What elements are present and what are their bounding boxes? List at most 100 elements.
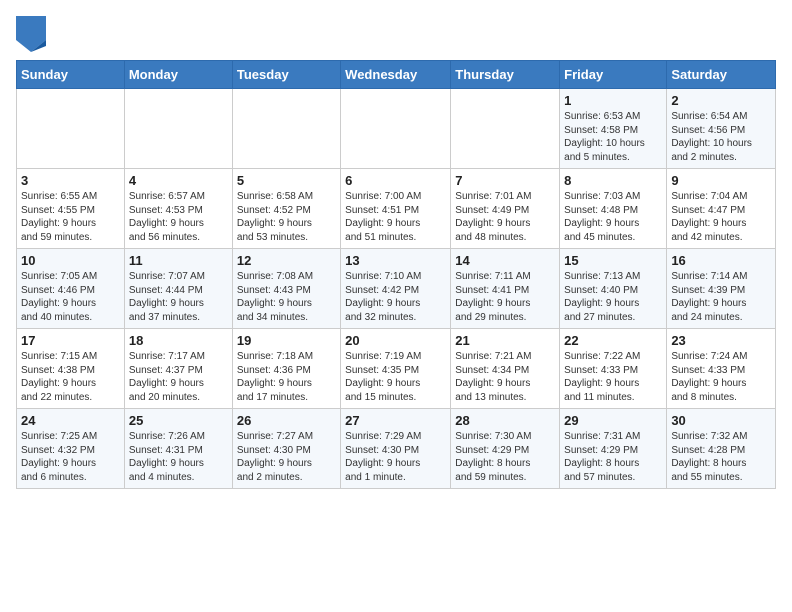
- day-info: Sunrise: 7:30 AM Sunset: 4:29 PM Dayligh…: [455, 430, 555, 484]
- day-number: 15: [564, 253, 662, 268]
- col-header-saturday: Saturday: [667, 61, 776, 89]
- day-info: Sunrise: 7:01 AM Sunset: 4:49 PM Dayligh…: [455, 190, 555, 244]
- day-number: 22: [564, 333, 662, 348]
- week-row-5: 24 Sunrise: 7:25 AM Sunset: 4:32 PM Dayli…: [17, 409, 776, 489]
- day-info: Sunrise: 7:22 AM Sunset: 4:33 PM Dayligh…: [564, 350, 662, 404]
- day-info: Sunrise: 7:10 AM Sunset: 4:42 PM Dayligh…: [345, 270, 446, 324]
- day-cell: [232, 89, 340, 169]
- day-number: 2: [671, 93, 771, 108]
- day-cell: 3 Sunrise: 6:55 AM Sunset: 4:55 PM Daylig…: [17, 169, 125, 249]
- day-cell: 26 Sunrise: 7:27 AM Sunset: 4:30 PM Dayli…: [232, 409, 340, 489]
- day-number: 17: [21, 333, 120, 348]
- day-cell: 29 Sunrise: 7:31 AM Sunset: 4:29 PM Dayli…: [560, 409, 667, 489]
- day-number: 10: [21, 253, 120, 268]
- day-info: Sunrise: 6:58 AM Sunset: 4:52 PM Dayligh…: [237, 190, 336, 244]
- day-info: Sunrise: 7:17 AM Sunset: 4:37 PM Dayligh…: [129, 350, 228, 404]
- day-cell: 1 Sunrise: 6:53 AM Sunset: 4:58 PM Daylig…: [560, 89, 667, 169]
- day-cell: 22 Sunrise: 7:22 AM Sunset: 4:33 PM Dayli…: [560, 329, 667, 409]
- day-info: Sunrise: 7:15 AM Sunset: 4:38 PM Dayligh…: [21, 350, 120, 404]
- day-cell: 28Sunrise: 7:30 AM Sunset: 4:29 PM Dayli…: [451, 409, 560, 489]
- day-cell: 17 Sunrise: 7:15 AM Sunset: 4:38 PM Dayli…: [17, 329, 125, 409]
- day-number: 9: [671, 173, 771, 188]
- day-cell: [341, 89, 451, 169]
- week-row-2: 3 Sunrise: 6:55 AM Sunset: 4:55 PM Daylig…: [17, 169, 776, 249]
- day-number: 11: [129, 253, 228, 268]
- day-number: 7: [455, 173, 555, 188]
- col-header-wednesday: Wednesday: [341, 61, 451, 89]
- day-info: Sunrise: 7:08 AM Sunset: 4:43 PM Dayligh…: [237, 270, 336, 324]
- day-info: Sunrise: 7:29 AM Sunset: 4:30 PM Dayligh…: [345, 430, 446, 484]
- day-cell: 18 Sunrise: 7:17 AM Sunset: 4:37 PM Dayli…: [124, 329, 232, 409]
- col-header-tuesday: Tuesday: [232, 61, 340, 89]
- day-info: Sunrise: 7:31 AM Sunset: 4:29 PM Dayligh…: [564, 430, 662, 484]
- day-cell: 12 Sunrise: 7:08 AM Sunset: 4:43 PM Dayli…: [232, 249, 340, 329]
- day-number: 16: [671, 253, 771, 268]
- day-number: 13: [345, 253, 446, 268]
- day-number: 30: [671, 413, 771, 428]
- day-cell: 4 Sunrise: 6:57 AM Sunset: 4:53 PM Daylig…: [124, 169, 232, 249]
- day-number: 26: [237, 413, 336, 428]
- day-number: 19: [237, 333, 336, 348]
- day-number: 12: [237, 253, 336, 268]
- day-cell: [17, 89, 125, 169]
- calendar-header-row: SundayMondayTuesdayWednesdayThursdayFrid…: [17, 61, 776, 89]
- week-row-1: 1 Sunrise: 6:53 AM Sunset: 4:58 PM Daylig…: [17, 89, 776, 169]
- day-info: Sunrise: 7:13 AM Sunset: 4:40 PM Dayligh…: [564, 270, 662, 324]
- col-header-sunday: Sunday: [17, 61, 125, 89]
- day-info: Sunrise: 7:25 AM Sunset: 4:32 PM Dayligh…: [21, 430, 120, 484]
- day-number: 1: [564, 93, 662, 108]
- day-number: 18: [129, 333, 228, 348]
- week-row-4: 17 Sunrise: 7:15 AM Sunset: 4:38 PM Dayli…: [17, 329, 776, 409]
- col-header-monday: Monday: [124, 61, 232, 89]
- day-info: Sunrise: 7:03 AM Sunset: 4:48 PM Dayligh…: [564, 190, 662, 244]
- day-cell: 30 Sunrise: 7:32 AM Sunset: 4:28 PM Dayli…: [667, 409, 776, 489]
- day-cell: 15 Sunrise: 7:13 AM Sunset: 4:40 PM Dayli…: [560, 249, 667, 329]
- logo: [16, 16, 50, 52]
- day-cell: 20Sunrise: 7:19 AM Sunset: 4:35 PM Dayli…: [341, 329, 451, 409]
- day-number: 25: [129, 413, 228, 428]
- day-number: 29: [564, 413, 662, 428]
- day-info: Sunrise: 6:53 AM Sunset: 4:58 PM Dayligh…: [564, 110, 662, 164]
- week-row-3: 10 Sunrise: 7:05 AM Sunset: 4:46 PM Dayli…: [17, 249, 776, 329]
- day-info: Sunrise: 7:07 AM Sunset: 4:44 PM Dayligh…: [129, 270, 228, 324]
- day-cell: 11 Sunrise: 7:07 AM Sunset: 4:44 PM Dayli…: [124, 249, 232, 329]
- day-number: 8: [564, 173, 662, 188]
- day-number: 21: [455, 333, 555, 348]
- day-cell: 27 Sunrise: 7:29 AM Sunset: 4:30 PM Dayli…: [341, 409, 451, 489]
- day-info: Sunrise: 7:05 AM Sunset: 4:46 PM Dayligh…: [21, 270, 120, 324]
- day-info: Sunrise: 7:04 AM Sunset: 4:47 PM Dayligh…: [671, 190, 771, 244]
- day-info: Sunrise: 7:26 AM Sunset: 4:31 PM Dayligh…: [129, 430, 228, 484]
- day-number: 24: [21, 413, 120, 428]
- day-cell: 21Sunrise: 7:21 AM Sunset: 4:34 PM Dayli…: [451, 329, 560, 409]
- day-cell: 13 Sunrise: 7:10 AM Sunset: 4:42 PM Dayli…: [341, 249, 451, 329]
- day-info: Sunrise: 7:18 AM Sunset: 4:36 PM Dayligh…: [237, 350, 336, 404]
- day-info: Sunrise: 7:32 AM Sunset: 4:28 PM Dayligh…: [671, 430, 771, 484]
- day-info: Sunrise: 7:00 AM Sunset: 4:51 PM Dayligh…: [345, 190, 446, 244]
- day-number: 27: [345, 413, 446, 428]
- day-info: Sunrise: 7:27 AM Sunset: 4:30 PM Dayligh…: [237, 430, 336, 484]
- day-number: 3: [21, 173, 120, 188]
- day-info: Sunrise: 6:55 AM Sunset: 4:55 PM Dayligh…: [21, 190, 120, 244]
- day-number: 6: [345, 173, 446, 188]
- day-cell: [451, 89, 560, 169]
- day-cell: 14Sunrise: 7:11 AM Sunset: 4:41 PM Dayli…: [451, 249, 560, 329]
- day-cell: 24 Sunrise: 7:25 AM Sunset: 4:32 PM Dayli…: [17, 409, 125, 489]
- day-cell: 16Sunrise: 7:14 AM Sunset: 4:39 PM Dayli…: [667, 249, 776, 329]
- day-cell: 7 Sunrise: 7:01 AM Sunset: 4:49 PM Daylig…: [451, 169, 560, 249]
- page-header: [16, 16, 776, 52]
- col-header-friday: Friday: [560, 61, 667, 89]
- day-cell: 9 Sunrise: 7:04 AM Sunset: 4:47 PM Daylig…: [667, 169, 776, 249]
- day-number: 4: [129, 173, 228, 188]
- day-cell: 6 Sunrise: 7:00 AM Sunset: 4:51 PM Daylig…: [341, 169, 451, 249]
- calendar-table: SundayMondayTuesdayWednesdayThursdayFrid…: [16, 60, 776, 489]
- day-cell: 8 Sunrise: 7:03 AM Sunset: 4:48 PM Daylig…: [560, 169, 667, 249]
- day-cell: 5 Sunrise: 6:58 AM Sunset: 4:52 PM Daylig…: [232, 169, 340, 249]
- day-number: 20: [345, 333, 446, 348]
- day-info: Sunrise: 6:54 AM Sunset: 4:56 PM Dayligh…: [671, 110, 771, 164]
- day-info: Sunrise: 6:57 AM Sunset: 4:53 PM Dayligh…: [129, 190, 228, 244]
- logo-icon: [16, 16, 46, 52]
- col-header-thursday: Thursday: [451, 61, 560, 89]
- day-number: 5: [237, 173, 336, 188]
- day-info: Sunrise: 7:24 AM Sunset: 4:33 PM Dayligh…: [671, 350, 771, 404]
- day-cell: [124, 89, 232, 169]
